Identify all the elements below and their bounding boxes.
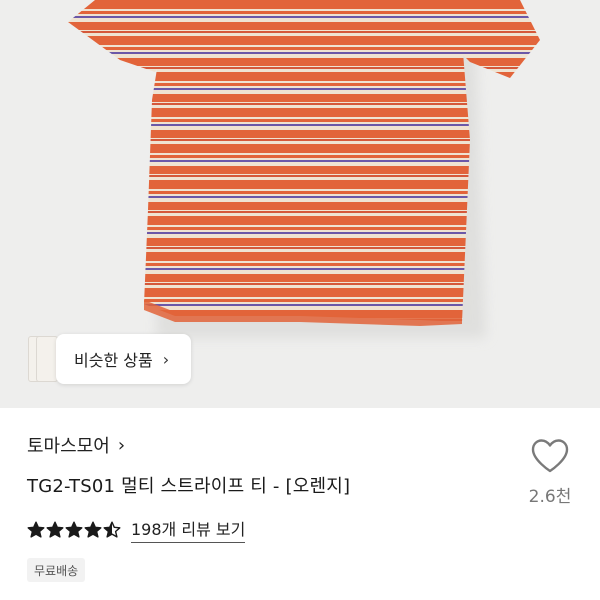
product-info: 토마스모어 › TG2-TS01 멀티 스트라이프 티 - [오렌지] 198개…	[0, 408, 600, 600]
star-rating	[27, 521, 121, 539]
brand-link[interactable]: 토마스모어 ›	[27, 432, 125, 458]
like-button[interactable]: 2.6천	[520, 438, 580, 518]
star-icon	[103, 521, 121, 538]
heart-outline-icon	[531, 439, 569, 473]
free-shipping-badge: 무료배송	[27, 558, 86, 582]
rating-row: 198개 리뷰 보기	[27, 516, 246, 543]
star-icon	[27, 521, 45, 538]
similar-products-pill[interactable]: 비슷한 상품 ›	[56, 334, 192, 384]
chevron-right-icon: ›	[117, 434, 126, 456]
brand-name: 토마스모어	[27, 436, 110, 457]
chevron-right-icon: ›	[162, 349, 170, 369]
similar-products-button[interactable]: 비슷한 상품 ›	[22, 334, 192, 384]
product-title: TG2-TS01 멀티 스트라이프 티 - [오렌지]	[27, 476, 351, 497]
star-icon	[84, 521, 102, 538]
similar-products-label: 비슷한 상품	[74, 351, 153, 370]
like-count: 2.6천	[528, 487, 572, 507]
star-icon	[65, 521, 83, 538]
product-image[interactable]: 비슷한 상품 ›	[0, 0, 600, 408]
similar-thumbnail-2	[36, 336, 58, 382]
reviews-link[interactable]: 198개 리뷰 보기	[131, 516, 246, 543]
star-icon	[46, 521, 64, 538]
